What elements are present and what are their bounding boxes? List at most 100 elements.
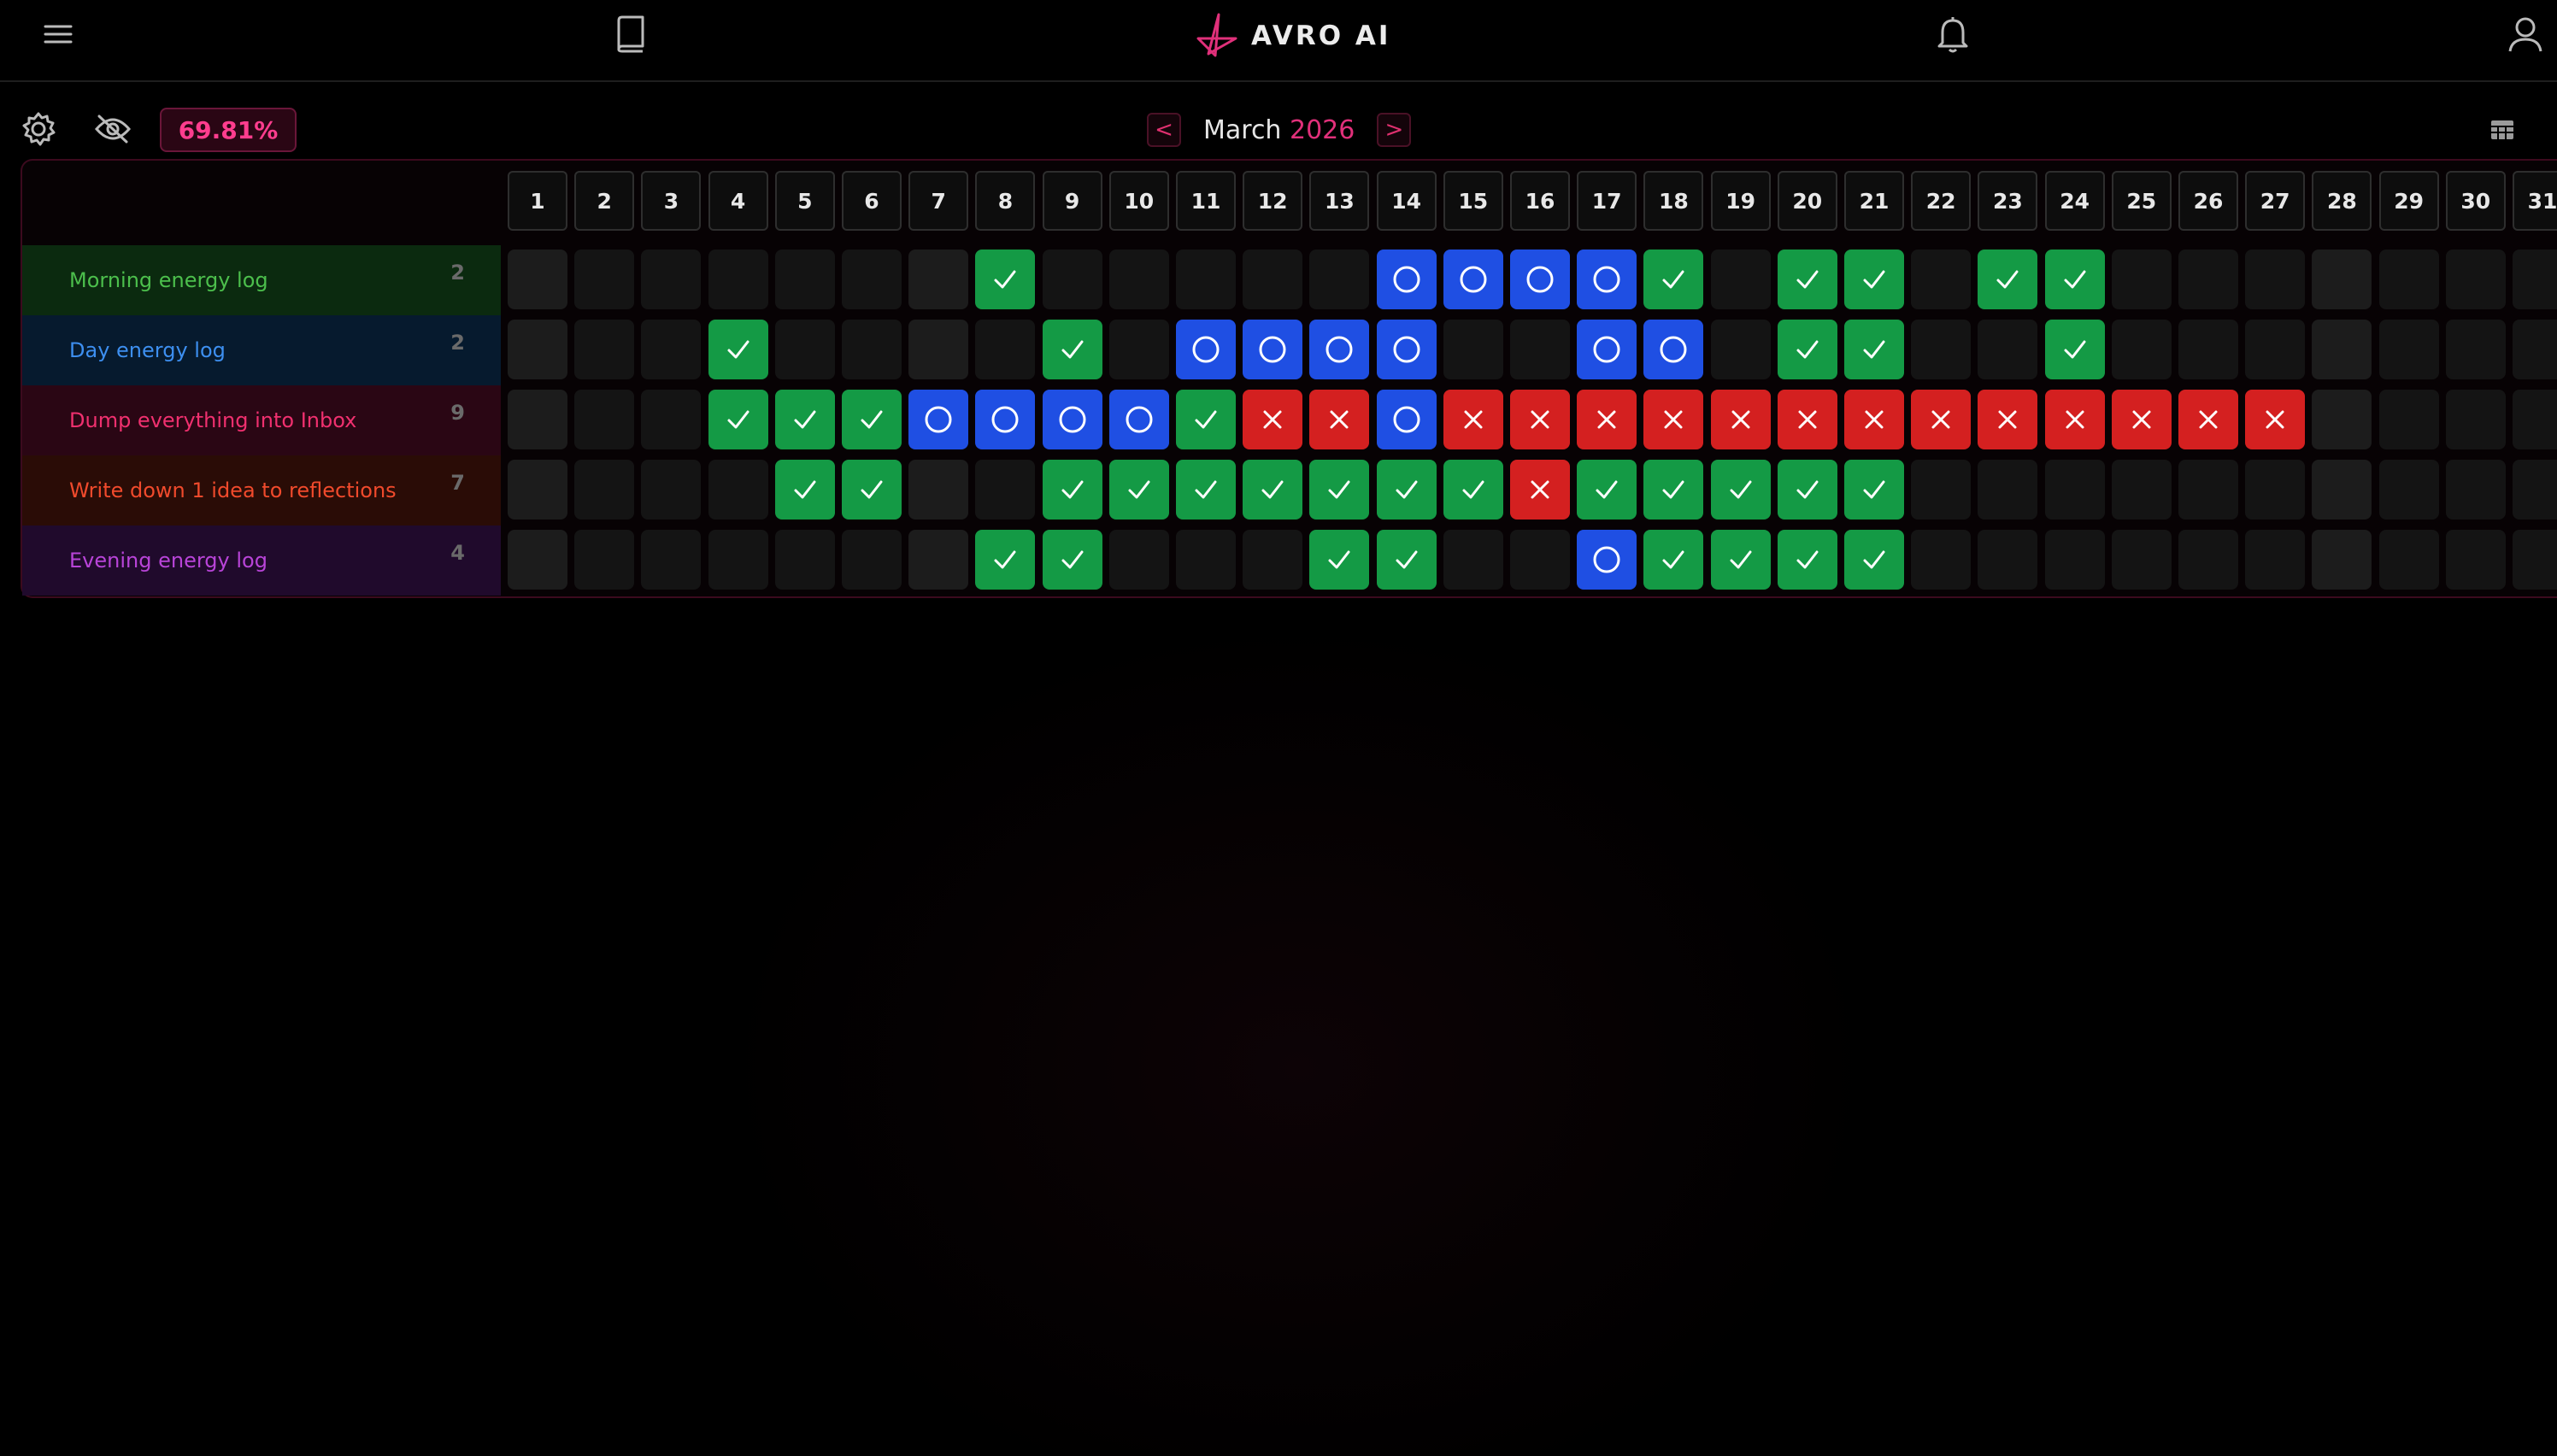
habit-day-cell[interactable]	[1176, 460, 1236, 520]
habit-day-cell[interactable]	[1577, 250, 1637, 309]
habit-day-cell[interactable]	[1309, 250, 1370, 309]
habit-day-cell[interactable]	[1443, 460, 1503, 520]
habit-day-cell[interactable]	[774, 250, 835, 309]
habit-day-cell[interactable]	[842, 250, 902, 309]
habit-day-cell[interactable]	[574, 460, 635, 520]
habit-day-cell[interactable]	[1443, 390, 1503, 449]
habit-day-cell[interactable]	[574, 530, 635, 590]
habit-day-cell[interactable]	[2312, 320, 2372, 379]
habit-day-cell[interactable]	[2378, 390, 2439, 449]
prev-month-button[interactable]: <	[1147, 113, 1181, 147]
habit-day-cell[interactable]	[1911, 460, 1972, 520]
habit-day-cell[interactable]	[2445, 250, 2506, 309]
habit-day-cell[interactable]	[1243, 530, 1303, 590]
habit-day-cell[interactable]	[774, 390, 835, 449]
habit-day-cell[interactable]	[708, 530, 768, 590]
habit-day-cell[interactable]	[1042, 390, 1102, 449]
habit-day-cell[interactable]	[2245, 530, 2306, 590]
habit-day-cell[interactable]	[1376, 530, 1437, 590]
habit-day-cell[interactable]	[1710, 320, 1771, 379]
habit-day-cell[interactable]	[908, 250, 969, 309]
habit-day-cell[interactable]	[1643, 250, 1704, 309]
habit-day-cell[interactable]	[842, 460, 902, 520]
habit-day-cell[interactable]	[1243, 250, 1303, 309]
habit-day-cell[interactable]	[1844, 460, 1904, 520]
habit-day-cell[interactable]	[574, 250, 635, 309]
habit-day-cell[interactable]	[1577, 460, 1637, 520]
habit-day-cell[interactable]	[1978, 460, 2038, 520]
habit-day-cell[interactable]	[1042, 320, 1102, 379]
habit-day-cell[interactable]	[975, 250, 1036, 309]
habit-day-cell[interactable]	[1777, 320, 1837, 379]
habit-name-row[interactable]: Morning energy log 2	[22, 245, 501, 315]
brand[interactable]: AVRO AI	[1196, 12, 1390, 60]
book-icon[interactable]	[612, 14, 650, 55]
habit-day-cell[interactable]	[2111, 530, 2172, 590]
habit-day-cell[interactable]	[708, 250, 768, 309]
habit-day-cell[interactable]	[1176, 250, 1236, 309]
habit-name-row[interactable]: Day energy log 2	[22, 315, 501, 385]
habit-day-cell[interactable]	[508, 320, 567, 379]
habit-day-cell[interactable]	[641, 320, 702, 379]
habit-day-cell[interactable]	[1176, 390, 1236, 449]
habit-day-cell[interactable]	[1710, 390, 1771, 449]
habit-day-cell[interactable]	[1710, 530, 1771, 590]
habit-day-cell[interactable]	[1108, 390, 1169, 449]
habit-day-cell[interactable]	[2378, 250, 2439, 309]
habit-day-cell[interactable]	[2378, 460, 2439, 520]
habit-day-cell[interactable]	[2312, 530, 2372, 590]
habit-day-cell[interactable]	[2178, 250, 2238, 309]
habit-day-cell[interactable]	[1443, 530, 1503, 590]
user-icon[interactable]	[2506, 14, 2545, 55]
habit-day-cell[interactable]	[574, 320, 635, 379]
habit-day-cell[interactable]	[2378, 530, 2439, 590]
habit-day-cell[interactable]	[774, 320, 835, 379]
habit-day-cell[interactable]	[1844, 530, 1904, 590]
habit-day-cell[interactable]	[1978, 390, 2038, 449]
habit-day-cell[interactable]	[2111, 250, 2172, 309]
habit-day-cell[interactable]	[908, 320, 969, 379]
habit-day-cell[interactable]	[1309, 530, 1370, 590]
habit-day-cell[interactable]	[1777, 530, 1837, 590]
habit-day-cell[interactable]	[1176, 320, 1236, 379]
habit-day-cell[interactable]	[1108, 250, 1169, 309]
habit-day-cell[interactable]	[2312, 390, 2372, 449]
bell-icon[interactable]	[1933, 14, 1972, 55]
habit-day-cell[interactable]	[1911, 530, 1972, 590]
habit-name-row[interactable]: Write down 1 idea to reflections 7	[22, 455, 501, 525]
habit-day-cell[interactable]	[1577, 390, 1637, 449]
hide-eye-icon[interactable]	[92, 109, 133, 149]
habit-day-cell[interactable]	[574, 390, 635, 449]
habit-day-cell[interactable]	[1777, 250, 1837, 309]
habit-day-cell[interactable]	[908, 530, 969, 590]
habit-day-cell[interactable]	[2044, 250, 2105, 309]
habit-day-cell[interactable]	[2445, 390, 2506, 449]
habit-day-cell[interactable]	[1376, 460, 1437, 520]
habit-day-cell[interactable]	[1978, 530, 2038, 590]
habit-day-cell[interactable]	[1108, 320, 1169, 379]
habit-day-cell[interactable]	[1844, 320, 1904, 379]
habit-day-cell[interactable]	[975, 390, 1036, 449]
habit-day-cell[interactable]	[2178, 320, 2238, 379]
habit-day-cell[interactable]	[2513, 530, 2557, 590]
habit-day-cell[interactable]	[508, 250, 567, 309]
habit-name-row[interactable]: Evening energy log 4	[22, 525, 501, 596]
habit-day-cell[interactable]	[1510, 320, 1570, 379]
habit-day-cell[interactable]	[708, 320, 768, 379]
habit-day-cell[interactable]	[774, 530, 835, 590]
habit-day-cell[interactable]	[2513, 250, 2557, 309]
habit-day-cell[interactable]	[2312, 460, 2372, 520]
habit-day-cell[interactable]	[1309, 460, 1370, 520]
habit-name-row[interactable]: Dump everything into Inbox 9	[22, 385, 501, 455]
habit-day-cell[interactable]	[1510, 390, 1570, 449]
habit-day-cell[interactable]	[1577, 530, 1637, 590]
habit-day-cell[interactable]	[2445, 460, 2506, 520]
habit-day-cell[interactable]	[641, 460, 702, 520]
habit-day-cell[interactable]	[842, 390, 902, 449]
habit-day-cell[interactable]	[1176, 530, 1236, 590]
habit-day-cell[interactable]	[1243, 460, 1303, 520]
habit-day-cell[interactable]	[1844, 390, 1904, 449]
habit-day-cell[interactable]	[1777, 390, 1837, 449]
habit-day-cell[interactable]	[1911, 320, 1972, 379]
habit-day-cell[interactable]	[1376, 250, 1437, 309]
